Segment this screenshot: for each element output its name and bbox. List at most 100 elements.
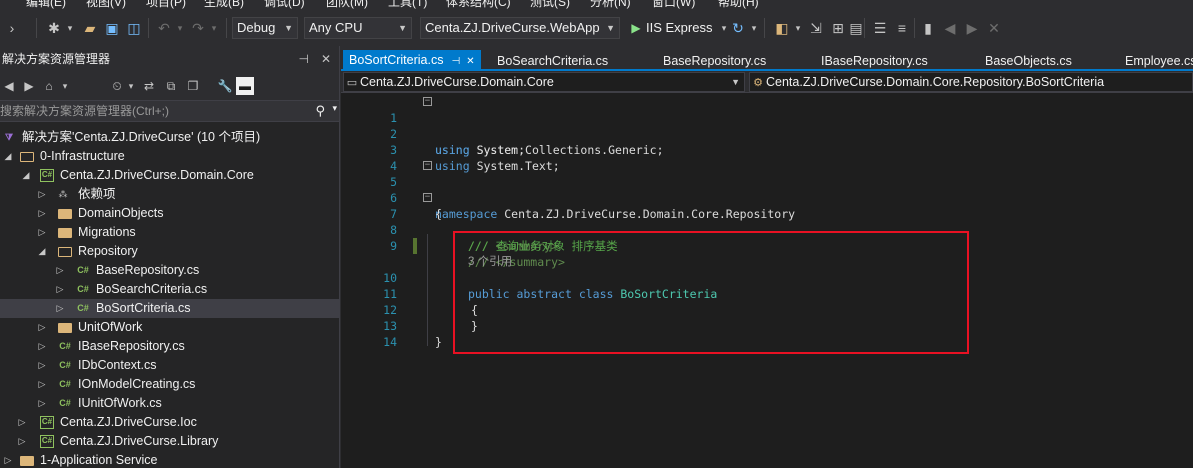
- preview-selected-icon[interactable]: ▬: [236, 77, 254, 95]
- tree-item-bosearchcriteria[interactable]: ▷ C# BoSearchCriteria.cs: [0, 280, 340, 299]
- tree-item-repository[interactable]: ◢ Repository: [0, 242, 340, 261]
- dropdown-arrow-icon[interactable]: ▾: [60, 18, 80, 38]
- forward-icon[interactable]: ▶: [20, 77, 38, 95]
- menu-window[interactable]: 窗口(W): [652, 0, 695, 10]
- tree-item-ibaserepository[interactable]: ▷ C# IBaseRepository.cs: [0, 337, 340, 356]
- collapsed-arrow-icon[interactable]: ▷: [36, 337, 48, 356]
- previous-bookmark-icon[interactable]: ◀: [940, 18, 960, 38]
- collapsed-arrow-icon[interactable]: ▷: [54, 280, 66, 299]
- undo-dropdown-icon[interactable]: ▾: [170, 18, 190, 38]
- tree-item-dependencies[interactable]: ▷ ⁂ 依赖项: [0, 185, 340, 204]
- file-view-icon[interactable]: ▤: [846, 18, 866, 38]
- startup-project-select[interactable]: Centa.ZJ.DriveCurse.WebApp ▼: [420, 17, 620, 39]
- bookmark-icon[interactable]: ▮: [918, 18, 938, 38]
- collapsed-arrow-icon[interactable]: ▷: [16, 432, 28, 451]
- csharp-project-icon: C#: [40, 169, 54, 182]
- dropdown-arrow-icon[interactable]: ▾: [122, 77, 140, 95]
- collapse-icon[interactable]: −: [423, 97, 432, 106]
- uncomment-lines-icon[interactable]: ≡: [892, 18, 912, 38]
- expanded-arrow-icon[interactable]: ◢: [2, 147, 14, 166]
- expanded-arrow-icon[interactable]: ◢: [20, 166, 32, 185]
- tree-item-iunitofwork[interactable]: ▷ C# IUnitOfWork.cs: [0, 394, 340, 413]
- close-icon[interactable]: ✕: [466, 56, 474, 67]
- collapse-icon[interactable]: −: [423, 193, 432, 202]
- step-into-icon[interactable]: ⇲: [806, 18, 826, 38]
- collapse-all-icon[interactable]: ⧉: [162, 77, 180, 95]
- play-icon[interactable]: ▶: [626, 18, 646, 38]
- menu-debug[interactable]: 调试(D): [264, 0, 305, 10]
- menu-help[interactable]: 帮助(H): [718, 0, 759, 10]
- menu-architecture[interactable]: 体系结构(C): [446, 0, 511, 10]
- collapsed-arrow-icon[interactable]: ▷: [16, 413, 28, 432]
- tab-bosortcriteria[interactable]: BoSortCriteria.cs ⊣ ✕: [343, 50, 481, 71]
- collapsed-arrow-icon[interactable]: ▷: [54, 299, 66, 318]
- expanded-arrow-icon[interactable]: ◢: [36, 242, 48, 261]
- platform-select[interactable]: Any CPU ▼: [304, 17, 412, 39]
- redo-dropdown-icon[interactable]: ▾: [204, 18, 224, 38]
- back-icon[interactable]: ◀: [0, 77, 18, 95]
- dropdown-arrow-icon[interactable]: ▾: [56, 77, 74, 95]
- tree-item-ionmodelcreating[interactable]: ▷ C# IOnModelCreating.cs: [0, 375, 340, 394]
- tree-item-migrations[interactable]: ▷ Migrations: [0, 223, 340, 242]
- solution-tree: ⧩ 解决方案'Centa.ZJ.DriveCurse' (10 个项目) ◢ 0…: [0, 128, 340, 468]
- collapse-icon[interactable]: −: [423, 161, 432, 170]
- project-dropdown[interactable]: ▭ Centa.ZJ.DriveCurse.Domain.Core ▼: [343, 72, 745, 92]
- properties-icon[interactable]: 🔧: [216, 77, 234, 95]
- menu-team[interactable]: 团队(M): [326, 0, 368, 10]
- code-area[interactable]: 1 − using System; 2 using System.Collect…: [341, 94, 1193, 468]
- menu-analyze[interactable]: 分析(N): [590, 0, 631, 10]
- tab-baseobjects[interactable]: BaseObjects.cs: [979, 51, 1078, 71]
- collapsed-arrow-icon[interactable]: ▷: [36, 318, 48, 337]
- tree-item-idbcontext[interactable]: ▷ C# IDbContext.cs: [0, 356, 340, 375]
- collapsed-arrow-icon[interactable]: ▷: [36, 375, 48, 394]
- tab-bosearchcriteria[interactable]: BoSearchCriteria.cs: [491, 51, 614, 71]
- clear-bookmarks-icon[interactable]: ✕: [984, 18, 1004, 38]
- save-icon[interactable]: ▣: [102, 18, 122, 38]
- run-button-label[interactable]: IIS Express: [646, 20, 712, 35]
- tab-employee[interactable]: Employee.cs: [1119, 51, 1193, 71]
- tree-item-ioc[interactable]: ▷ C# Centa.ZJ.DriveCurse.Ioc: [0, 413, 340, 432]
- menu-edit[interactable]: 编辑(E): [26, 0, 66, 10]
- comment-lines-icon[interactable]: ☰: [870, 18, 890, 38]
- collapsed-arrow-icon[interactable]: ▷: [36, 185, 48, 204]
- configuration-select[interactable]: Debug ▼: [232, 17, 298, 39]
- forward-icon[interactable]: ›: [2, 18, 22, 38]
- tree-item-infrastructure[interactable]: ◢ 0-Infrastructure: [0, 147, 340, 166]
- save-all-icon[interactable]: ◫: [124, 18, 144, 38]
- tree-item-domainobjects[interactable]: ▷ DomainObjects: [0, 204, 340, 223]
- solution-view-icon[interactable]: ⊞: [828, 18, 848, 38]
- next-bookmark-icon[interactable]: ▶: [962, 18, 982, 38]
- show-all-files-icon[interactable]: ❐: [184, 77, 202, 95]
- tree-item-solution[interactable]: ⧩ 解决方案'Centa.ZJ.DriveCurse' (10 个项目): [0, 128, 340, 147]
- pin-icon[interactable]: ⊣: [451, 56, 460, 67]
- tree-item-library[interactable]: ▷ C# Centa.ZJ.DriveCurse.Library: [0, 432, 340, 451]
- tab-ibaserepository[interactable]: IBaseRepository.cs: [815, 51, 934, 71]
- pin-icon[interactable]: ⊣: [299, 46, 309, 72]
- collapsed-arrow-icon[interactable]: ▷: [36, 356, 48, 375]
- tree-item-baserepository[interactable]: ▷ C# BaseRepository.cs: [0, 261, 340, 280]
- tree-item-domain-core[interactable]: ◢ C# Centa.ZJ.DriveCurse.Domain.Core: [0, 166, 340, 185]
- menu-build[interactable]: 生成(B): [204, 0, 244, 10]
- type-dropdown[interactable]: ⚙ Centa.ZJ.DriveCurse.Domain.Core.Reposit…: [749, 72, 1193, 92]
- menu-project[interactable]: 项目(P): [146, 0, 186, 10]
- tree-item-application-service[interactable]: ▷ 1-Application Service: [0, 451, 340, 468]
- menu-view[interactable]: 视图(V): [86, 0, 126, 10]
- collapsed-arrow-icon[interactable]: ▷: [36, 204, 48, 223]
- menu-test[interactable]: 测试(S): [530, 0, 570, 10]
- search-input[interactable]: [0, 101, 310, 121]
- tree-item-unitofwork-folder[interactable]: ▷ UnitOfWork: [0, 318, 340, 337]
- search-dropdown-icon[interactable]: ▾: [332, 103, 337, 114]
- close-icon[interactable]: ✕: [321, 46, 331, 72]
- menu-tools[interactable]: 工具(T): [388, 0, 427, 10]
- search-icon[interactable]: ⚲: [315, 103, 325, 119]
- collapsed-arrow-icon[interactable]: ▷: [54, 261, 66, 280]
- tree-item-bosortcriteria[interactable]: ▷ C# BoSortCriteria.cs: [0, 299, 340, 318]
- refresh-dropdown-icon[interactable]: ▾: [744, 18, 764, 38]
- collapsed-arrow-icon[interactable]: ▷: [2, 451, 14, 468]
- browser-link-dropdown-icon[interactable]: ▾: [788, 18, 808, 38]
- tab-baserepository[interactable]: BaseRepository.cs: [657, 51, 772, 71]
- sync-icon[interactable]: ⇄: [140, 77, 158, 95]
- collapsed-arrow-icon[interactable]: ▷: [36, 223, 48, 242]
- collapsed-arrow-icon[interactable]: ▷: [36, 394, 48, 413]
- open-folder-icon[interactable]: ▰: [80, 18, 100, 38]
